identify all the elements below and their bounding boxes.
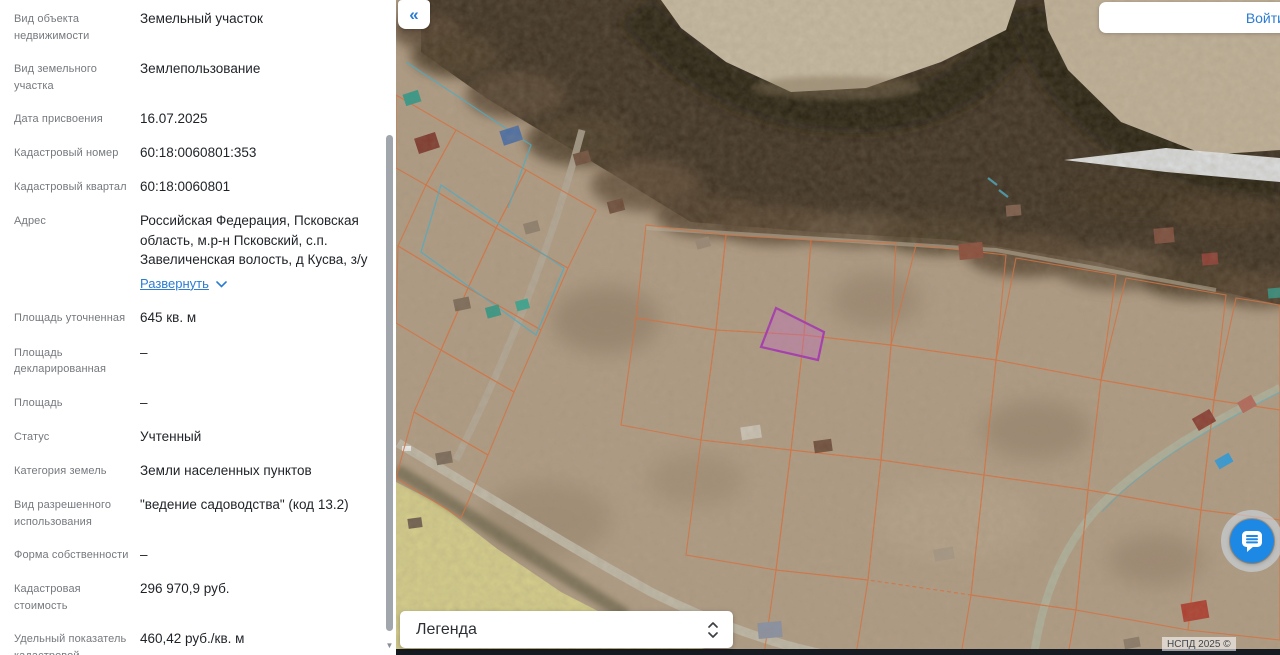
info-label: Удельный показатель кадастровой стоимост… (14, 633, 127, 655)
chevrons-left-icon: « (409, 4, 419, 24)
info-row-area-refined: Площадь уточненная 645 кв. м (0, 308, 396, 327)
info-row-specific-value: Удельный показатель кадастровой стоимост… (0, 629, 396, 655)
satellite-map-canvas[interactable] (396, 0, 1280, 655)
sidebar-scrollbar-thumb[interactable] (386, 135, 393, 631)
expand-label: Развернуть (140, 275, 209, 291)
login-label: Войти (1245, 9, 1280, 26)
info-row-area: Площадь – (0, 393, 396, 412)
info-label: Категория земель (14, 464, 107, 477)
collapse-sidebar-button[interactable]: « (398, 0, 430, 29)
chat-bubble-icon (1242, 531, 1262, 552)
info-row-assign-date: Дата присвоения 16.07.2025 (0, 109, 396, 128)
info-value: 296 970,9 руб. (140, 581, 230, 597)
info-value: Земельный участок (140, 11, 263, 26)
map-attribution: НСПД 2025 © (1162, 637, 1236, 651)
info-value: Учтенный (140, 428, 202, 444)
info-label: Вид объекта недвижимости (14, 13, 90, 42)
info-value: Земли населенных пунктов (140, 462, 312, 478)
info-row-ownership-form: Форма собственности – (0, 545, 396, 564)
info-label: Вид разрешенного использования (14, 499, 112, 528)
info-label: Дата присвоения (14, 113, 103, 125)
info-label: Площадь декларированная (14, 346, 107, 376)
info-row-cadastral-value: Кадастровая стоимость 296 970,9 руб. (0, 579, 396, 614)
info-label: Площадь уточненная (14, 312, 126, 325)
info-value: – (140, 394, 148, 410)
info-value: 60:18:0060801 (140, 179, 231, 195)
object-info-panel: Вид объекта недвижимости Земельный участ… (0, 0, 396, 655)
info-value: – (140, 344, 148, 360)
address-text: Российская Федерация, Псковская область,… (140, 213, 368, 267)
info-row-cadastral-number: Кадастровый номер 60:18:0060801:353 (0, 143, 396, 162)
app-root: Вид объекта недвижимости Земельный участ… (0, 0, 1280, 655)
info-label: Вид земельного участка (14, 63, 97, 92)
info-value: – (140, 547, 148, 563)
info-value: 460,42 руб./кв. м (140, 631, 245, 647)
info-value: 60:18:0060801:353 (140, 145, 257, 161)
info-label: Кадастровый квартал (14, 181, 127, 194)
info-row-status: Статус Учтенный (0, 427, 396, 446)
legend-label: Легенда (416, 620, 477, 638)
info-label: Форма собственности (14, 549, 129, 562)
satellite-grain-texture (396, 0, 1280, 655)
expand-address-link[interactable]: Развернуть (140, 275, 227, 293)
attribution-text: НСПД 2025 © (1167, 638, 1231, 650)
info-label: Кадастровый номер (14, 147, 119, 160)
sidebar-scrollbar-track[interactable]: ▼ (384, 0, 396, 655)
chevron-down-icon (216, 280, 227, 288)
info-value: Землепользование (140, 61, 261, 76)
info-value: 645 кв. м (140, 310, 197, 326)
info-value: Российская Федерация, Псковская область,… (140, 211, 386, 293)
up-down-chevrons-icon (708, 621, 718, 638)
legend-dropdown[interactable]: Легенда (400, 611, 733, 648)
info-row-object-type: Вид объекта недвижимости Земельный участ… (0, 9, 396, 44)
info-value: "ведение садоводства" (код 13.2) (140, 497, 349, 513)
map-area[interactable]: « Войти Легенда НСПД 2025 © (396, 0, 1280, 655)
info-row-parcel-type: Вид земельного участка Землепользование (0, 59, 396, 94)
info-label: Кадастровая стоимость (14, 583, 81, 612)
info-label: Площадь (14, 396, 63, 409)
chat-button[interactable] (1230, 519, 1274, 563)
info-row-permitted-use: Вид разрешенного использования "ведение … (0, 495, 396, 530)
login-button[interactable]: Войти (1099, 2, 1280, 33)
scrollbar-down-arrow-icon[interactable]: ▼ (385, 641, 394, 651)
map-bottom-edge (396, 649, 1280, 655)
info-row-area-declared: Площадь декларированная – (0, 343, 396, 378)
info-label: Адрес (14, 215, 46, 228)
info-label: Статус (14, 430, 50, 443)
info-row-address: Адрес Российская Федерация, Псковская об… (0, 211, 396, 293)
info-row-land-category: Категория земель Земли населенных пункто… (0, 461, 396, 480)
info-value: 16.07.2025 (140, 111, 208, 126)
info-row-cadastral-block: Кадастровый квартал 60:18:0060801 (0, 177, 396, 196)
